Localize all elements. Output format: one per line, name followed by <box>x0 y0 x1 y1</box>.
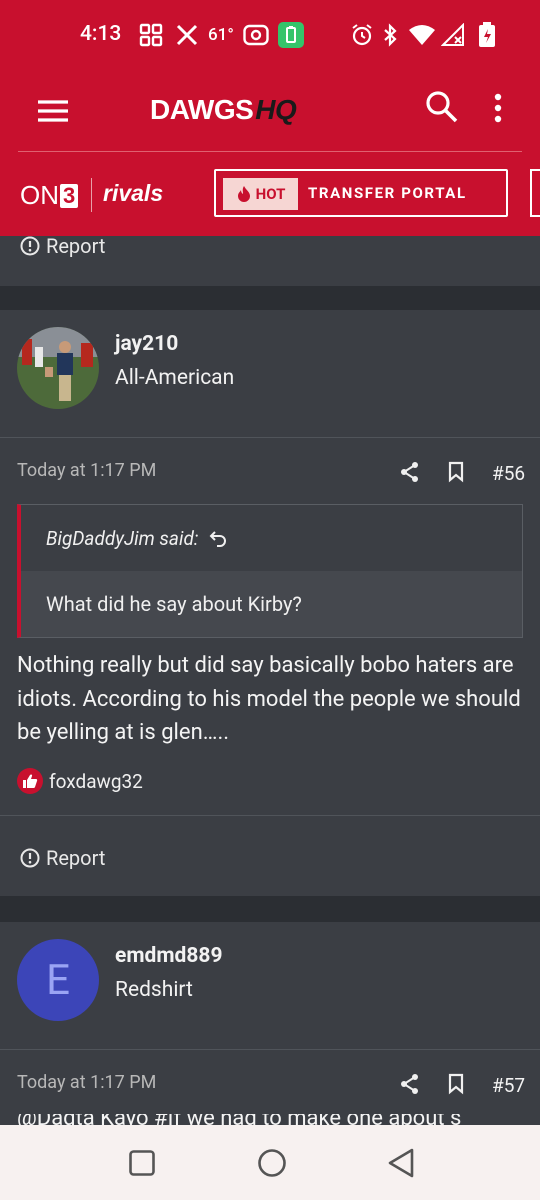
bookmark-icon[interactable] <box>447 461 465 483</box>
username[interactable]: emdmd889 <box>115 944 223 968</box>
x-app-icon <box>175 22 199 48</box>
like-icon <box>17 768 43 794</box>
search-icon[interactable] <box>423 88 461 126</box>
system-nav-bar <box>0 1125 540 1200</box>
bluetooth-icon <box>382 22 398 48</box>
logo-main: DAWGS <box>150 94 254 125</box>
user-title: All-American <box>115 366 235 390</box>
post-body-partial: @Dagta Kayo #If we had to make one about… <box>17 1114 527 1125</box>
report-button[interactable]: Report <box>20 234 105 258</box>
report-label: Report <box>46 846 106 870</box>
post-body-text: @Dagta Kayo #If we had to make one about… <box>17 1114 527 1125</box>
quote-author[interactable]: BigDaddyJim said: <box>46 527 198 550</box>
logo-separator <box>91 178 92 212</box>
alert-circle-icon <box>20 236 40 256</box>
home-icon[interactable] <box>256 1147 288 1179</box>
post-number[interactable]: #56 <box>492 462 525 485</box>
divider <box>0 815 540 816</box>
alarm-icon <box>350 22 374 48</box>
transfer-portal-label: TRANSFER PORTAL <box>308 184 467 202</box>
jump-to-quote-icon[interactable] <box>208 528 228 548</box>
status-time: 4:13 <box>80 22 122 46</box>
post-56: jay210 All-American Today at 1:17 PM #56… <box>0 310 540 896</box>
more-options-icon[interactable] <box>490 88 506 128</box>
divider <box>0 1049 540 1050</box>
prev-post-footer: Report <box>0 234 540 286</box>
report-label: Report <box>46 234 106 258</box>
on3-text: ON <box>20 180 59 210</box>
signal-icon <box>441 22 465 48</box>
post-timestamp[interactable]: Today at 1:17 PM <box>17 460 156 481</box>
quote-text: What did he say about Kirby? <box>21 571 522 637</box>
quote-block: BigDaddyJim said: What did he say about … <box>17 504 523 638</box>
post-actions <box>400 461 465 483</box>
hamburger-menu-icon[interactable] <box>36 94 70 128</box>
logo-hq: HQ <box>255 94 297 125</box>
report-button[interactable]: Report <box>20 846 105 870</box>
temperature: 61° <box>208 25 234 45</box>
wifi-icon <box>408 22 436 48</box>
divider <box>0 437 540 438</box>
hot-badge: HOT <box>223 178 298 210</box>
next-nav-button[interactable] <box>530 169 540 217</box>
status-bar: 4:13 61° <box>0 0 540 72</box>
reaction-user: foxdawg32 <box>49 769 143 793</box>
post-57: E emdmd889 Redshirt Today at 1:17 PM #57… <box>0 922 540 1125</box>
post-actions <box>400 1073 465 1095</box>
avatar[interactable]: E <box>17 939 99 1021</box>
recents-icon[interactable] <box>128 1149 156 1177</box>
sub-nav: ON 3 rivals HOT TRANSFER PORTAL <box>0 152 540 236</box>
reactions[interactable]: foxdawg32 <box>17 768 143 794</box>
flame-icon <box>237 186 250 202</box>
post-body: Nothing really but did say basically bob… <box>17 653 521 745</box>
avatar[interactable] <box>17 327 99 409</box>
post-gap <box>0 896 540 922</box>
hotspot-icon <box>243 22 269 48</box>
transfer-portal-button[interactable]: HOT TRANSFER PORTAL <box>214 169 508 217</box>
bookmark-icon[interactable] <box>447 1073 465 1095</box>
hot-label: HOT <box>255 185 286 203</box>
post-number[interactable]: #57 <box>492 1074 525 1097</box>
user-title: Redshirt <box>115 978 193 1002</box>
share-icon[interactable] <box>400 461 420 483</box>
battery-app-icon <box>278 22 304 48</box>
grid-app-icon <box>139 22 163 48</box>
username[interactable]: jay210 <box>115 332 178 356</box>
alert-circle-icon <box>20 848 40 868</box>
post-gap <box>0 286 540 310</box>
on3-num: 3 <box>60 183 79 208</box>
battery-icon <box>478 22 496 48</box>
back-icon[interactable] <box>386 1147 416 1179</box>
post-timestamp[interactable]: Today at 1:17 PM <box>17 1072 156 1093</box>
rivals-logo[interactable]: rivals <box>103 180 163 207</box>
quote-header: BigDaddyJim said: <box>21 505 522 571</box>
site-header: DAWGS HQ <box>0 72 540 152</box>
on3-logo[interactable]: ON 3 <box>20 180 79 211</box>
share-icon[interactable] <box>400 1073 420 1095</box>
site-logo[interactable]: DAWGS HQ <box>150 90 297 130</box>
